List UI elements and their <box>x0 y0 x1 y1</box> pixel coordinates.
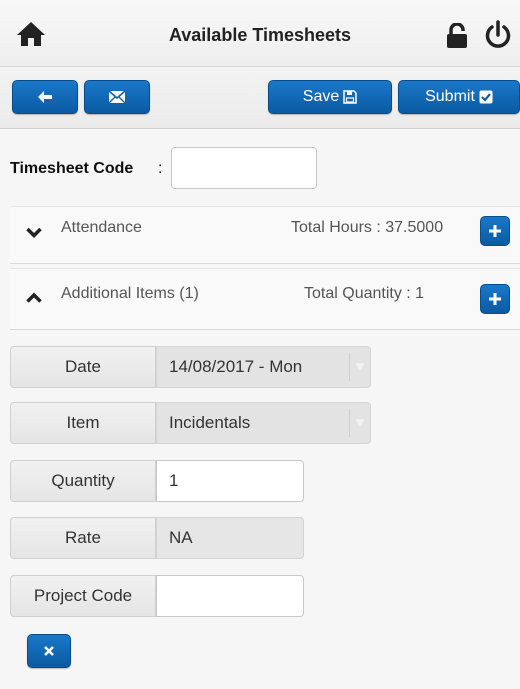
floppy-icon <box>343 90 357 104</box>
rate-field: NA <box>156 517 304 559</box>
item-label: Item <box>10 402 156 444</box>
additional-total-quantity: Total Quantity : 1 <box>304 285 425 302</box>
checkbox-icon <box>479 90 493 104</box>
close-icon <box>44 646 54 656</box>
timesheet-code-colon: : <box>158 160 163 177</box>
dropdown-arrow-icon <box>349 353 370 381</box>
back-button[interactable] <box>12 80 78 114</box>
arrow-left-icon <box>38 91 52 103</box>
attendance-section[interactable]: Attendance Total Hours : 37.5000 <box>10 206 520 264</box>
mail-button[interactable] <box>84 80 150 114</box>
attendance-label: Attendance <box>61 219 142 236</box>
attendance-total-hours: Total Hours : 37.5000 <box>291 219 444 236</box>
delete-item-button[interactable] <box>27 634 71 668</box>
item-value: Incidentals <box>169 413 251 432</box>
chevron-up-icon <box>26 292 42 303</box>
date-label: Date <box>10 346 156 388</box>
submit-button[interactable]: Submit <box>398 80 520 114</box>
page-title: Available Timesheets <box>168 25 352 45</box>
chevron-down-icon <box>26 227 42 238</box>
plus-icon <box>489 225 501 237</box>
timesheet-code-input[interactable] <box>171 147 317 189</box>
add-additional-item-button[interactable] <box>480 284 510 314</box>
timesheet-code-label: Timesheet Code <box>10 160 134 177</box>
lock-open-icon[interactable] <box>446 22 468 49</box>
rate-label: Rate <box>10 517 156 559</box>
project-code-input[interactable] <box>156 575 304 617</box>
add-attendance-button[interactable] <box>480 216 510 246</box>
quantity-label: Quantity <box>10 460 156 502</box>
power-icon[interactable] <box>483 20 513 50</box>
project-code-label: Project Code <box>10 575 156 617</box>
save-button[interactable]: Save <box>268 80 392 114</box>
item-select[interactable]: Incidentals <box>156 402 371 444</box>
date-select[interactable]: 14/08/2017 - Mon <box>156 346 371 388</box>
dropdown-arrow-icon <box>349 409 370 437</box>
additional-items-label: Additional Items (1) <box>61 285 199 302</box>
submit-label: Submit <box>425 88 475 105</box>
mail-icon <box>108 90 126 104</box>
plus-icon <box>489 293 501 305</box>
additional-items-section[interactable]: Additional Items (1) Total Quantity : 1 <box>10 268 520 330</box>
date-value: 14/08/2017 - Mon <box>169 357 303 376</box>
home-icon[interactable] <box>16 21 46 47</box>
save-label: Save <box>302 88 340 105</box>
quantity-input[interactable]: 1 <box>156 460 304 502</box>
